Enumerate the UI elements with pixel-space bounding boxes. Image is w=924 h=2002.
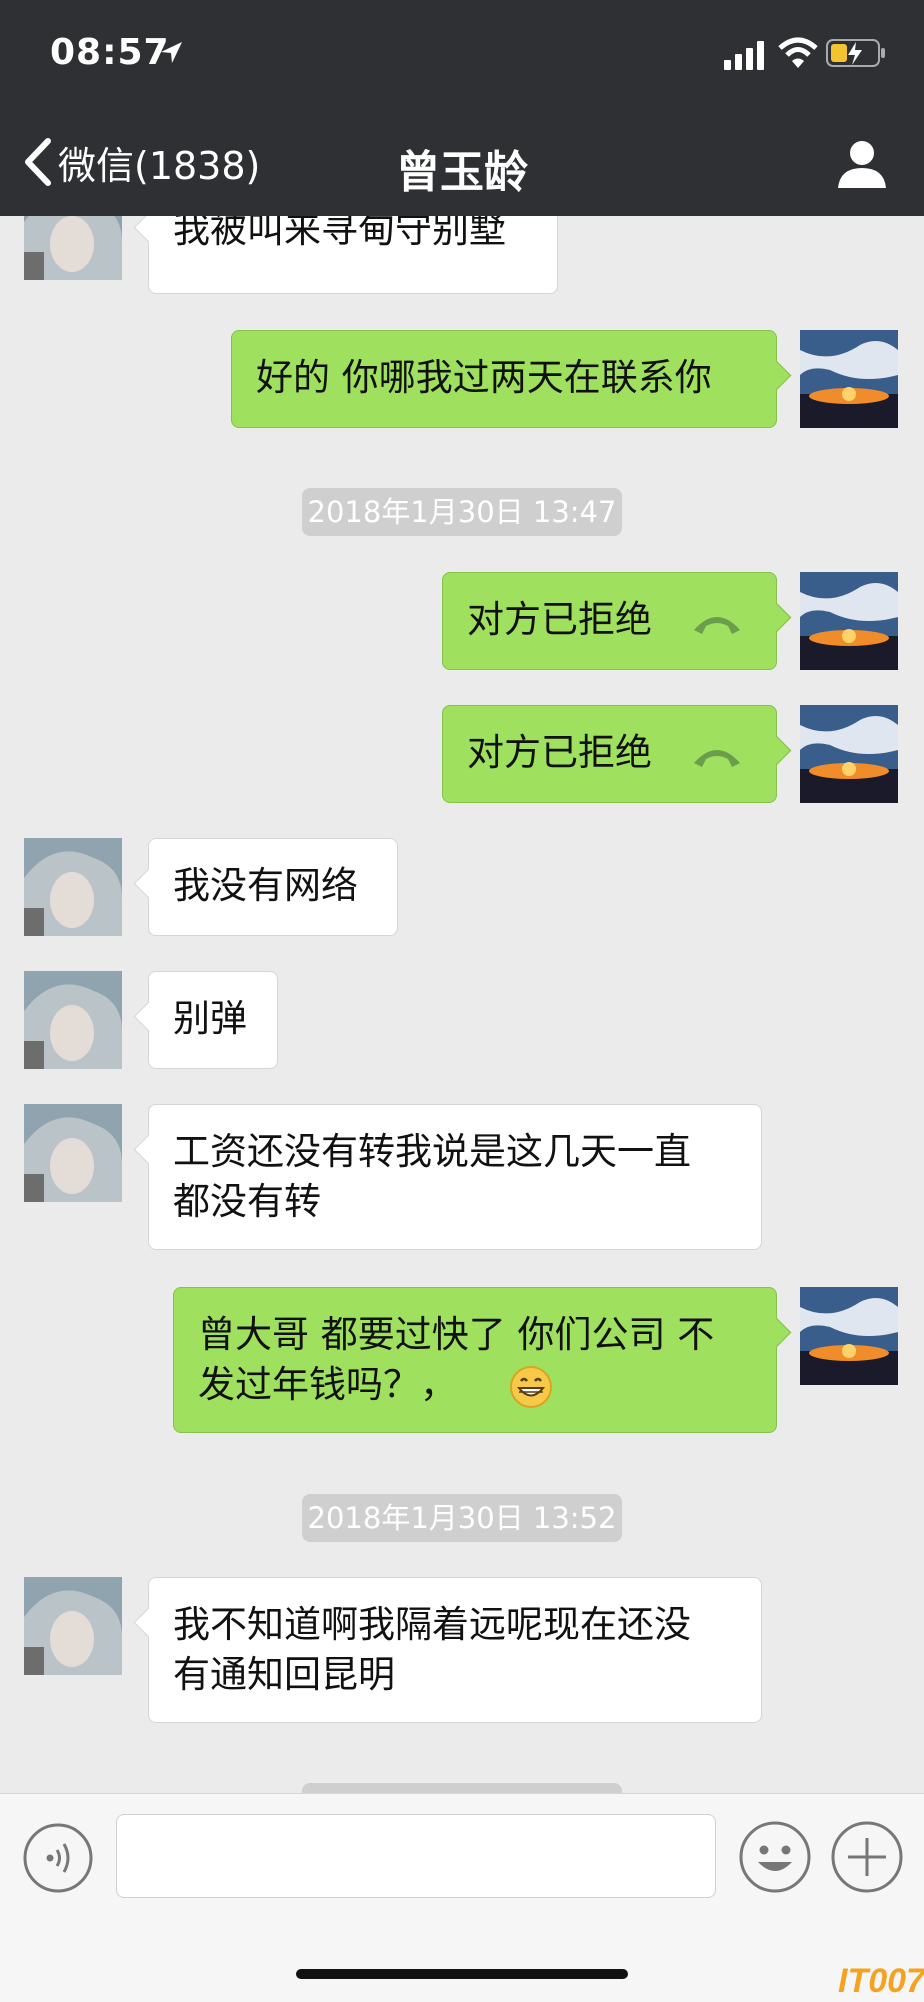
message-text: 我被叫来寻甸守别墅: [173, 216, 506, 251]
message-text: 别弹: [173, 997, 247, 1040]
my-avatar[interactable]: [800, 1287, 898, 1385]
chat-title: 曾玉龄: [396, 147, 528, 198]
nav-bar: 微信(1838) 曾玉龄: [0, 110, 924, 216]
timestamp: 2018年1月30日 13:52: [302, 1494, 622, 1542]
location-arrow-icon: [161, 42, 182, 63]
my-avatar[interactable]: [800, 572, 898, 670]
status-time: 08:57: [50, 32, 170, 73]
message-text: 我不知道啊我隔着远呢现在还没: [173, 1603, 691, 1646]
call-record-bubble[interactable]: 对方已拒绝: [442, 705, 777, 803]
phone-hangup-icon: [693, 616, 740, 634]
emoji-icon[interactable]: [738, 1820, 812, 1894]
plus-icon[interactable]: [830, 1820, 904, 1894]
contact-avatar[interactable]: [24, 971, 122, 1069]
message-text: 我没有网络: [173, 864, 358, 907]
message-text: 曾大哥 都要过快了 你们公司 不: [198, 1313, 715, 1356]
my-avatar[interactable]: [800, 330, 898, 428]
grin-emoji-icon: [509, 1365, 552, 1408]
contact-avatar[interactable]: [24, 1577, 122, 1675]
timestamp-partial: [302, 1783, 622, 1793]
message-text: 有通知回昆明: [173, 1653, 395, 1696]
message-input[interactable]: [116, 1814, 716, 1898]
profile-icon[interactable]: [836, 138, 888, 190]
battery-charging-icon: [826, 39, 885, 67]
home-indicator[interactable]: [296, 1969, 628, 1979]
message-text: 发过年钱吗？，: [198, 1363, 457, 1406]
contact-avatar[interactable]: [24, 838, 122, 936]
message-bubble-incoming[interactable]: 我没有网络: [148, 838, 398, 936]
message-bubble-incoming[interactable]: 我被叫来寻甸守别墅: [148, 216, 558, 294]
message-text: 都没有转: [173, 1180, 321, 1223]
contact-avatar[interactable]: [24, 1104, 122, 1202]
cellular-signal-icon: [724, 41, 764, 70]
status-bar: 08:57: [0, 0, 924, 110]
voice-input-icon[interactable]: [22, 1822, 94, 1894]
input-bar: IT007: [0, 1793, 924, 2002]
message-bubble-outgoing[interactable]: 好的 你哪我过两天在联系你: [231, 330, 777, 428]
my-avatar[interactable]: [800, 705, 898, 803]
wifi-icon: [778, 37, 818, 68]
watermark-logo: IT007: [838, 1962, 924, 2000]
phone-hangup-icon: [693, 749, 740, 767]
message-text: 对方已拒绝: [467, 731, 652, 774]
message-bubble-incoming[interactable]: 工资还没有转我说是这几天一直 都没有转: [148, 1104, 762, 1250]
message-text: 对方已拒绝: [467, 598, 652, 641]
message-text: 工资还没有转我说是这几天一直: [173, 1130, 691, 1173]
message-bubble-outgoing[interactable]: 曾大哥 都要过快了 你们公司 不 发过年钱吗？，: [173, 1287, 777, 1433]
message-text: 好的 你哪我过两天在联系你: [256, 356, 712, 399]
message-bubble-incoming[interactable]: 别弹: [148, 971, 278, 1069]
call-record-bubble[interactable]: 对方已拒绝: [442, 572, 777, 670]
chat-area: 我被叫来寻甸守别墅 好的 你哪我过两天在联系你 2018年1月30日 13:47…: [0, 216, 924, 1793]
timestamp: 2018年1月30日 13:47: [302, 488, 622, 536]
contact-avatar[interactable]: [24, 216, 122, 280]
message-bubble-incoming[interactable]: 我不知道啊我隔着远呢现在还没 有通知回昆明: [148, 1577, 762, 1723]
